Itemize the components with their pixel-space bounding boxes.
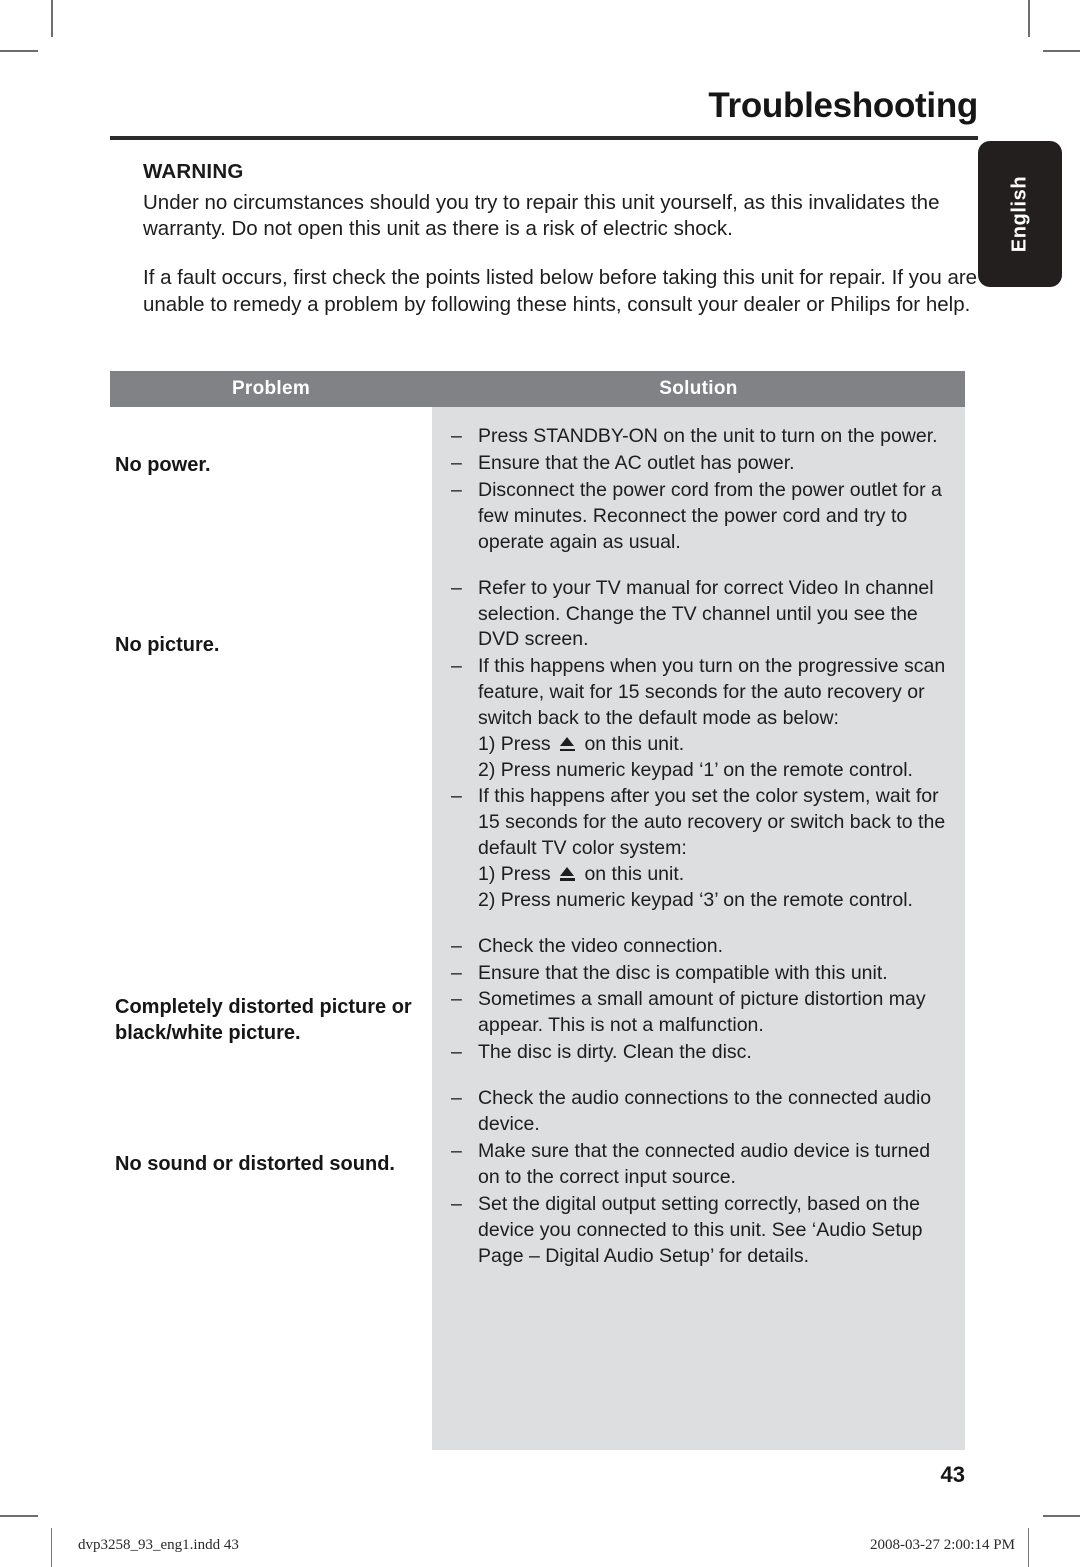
dash-bullet: – [451,961,462,984]
solution-item: – Sometimes a small amount of picture di… [448,987,953,1039]
dash-bullet: – [451,425,462,447]
solution-item: – Check the audio connections to the con… [448,1086,953,1138]
dash-bullet: – [451,934,462,957]
footer-timestamp: 2008-03-27 2:00:14 PM [869,1537,1015,1553]
problem-label-distorted-picture: Completely distorted picture or black/wh… [115,996,412,1045]
solution-item: – If this happens when you turn on the p… [448,654,953,732]
problem-label-no-picture: No picture. [115,634,220,656]
solution-text: Sometimes a small amount of picture dist… [478,988,926,1037]
dash-bullet: – [451,478,462,501]
dash-bullet: – [451,1192,462,1215]
solution-item: – Make sure that the connected audio dev… [448,1139,953,1191]
solution-substep-press-eject-1: 1) Press on this unit. [478,733,685,756]
solution-block-no-power: – Press STANDBY-ON on the unit to turn o… [448,424,953,556]
solution-text: Disconnect the power cord from the power… [478,478,942,553]
solution-block-no-picture: – Refer to your TV manual for correct Vi… [448,576,953,914]
language-tab-label: English [1008,175,1031,253]
solution-column: – Press STANDBY-ON on the unit to turn o… [432,407,965,1450]
warning-paragraph: Under no circumstances should you try to… [143,191,940,241]
fault-paragraph: If a fault occurs, first check the point… [143,266,978,316]
dash-bullet: – [451,655,462,678]
problem-column: No power. No picture. Completely distort… [110,407,432,1450]
table-header-solution: Solution [659,378,738,399]
solution-text: Refer to your TV manual for correct Vide… [478,576,934,651]
solution-item: – Set the digital output setting correct… [448,1192,953,1270]
page-number: 43 [940,1462,965,1487]
solution-substep-press-eject-2: 1) Press on this unit. [478,862,685,885]
solution-substep-keypad-1: 2) Press numeric keypad ‘1’ on the remot… [478,759,913,782]
solution-text: Make sure that the connected audio devic… [478,1140,931,1188]
page-title: Troubleshooting [708,86,978,125]
problem-label-no-sound: No sound or distorted sound. [115,1153,395,1175]
dash-bullet: – [451,1140,462,1163]
footer-divider-left [51,1528,53,1567]
footer-file-name: dvp3258_93_eng1.indd 43 [78,1537,239,1553]
eject-icon [559,737,576,752]
solution-item: – Ensure that the disc is compatible wit… [448,961,953,987]
solution-text: Press STANDBY-ON on the unit to turn on … [478,425,938,447]
solution-text: Ensure that the disc is compatible with … [478,961,888,984]
dash-bullet: – [451,988,462,1011]
dash-bullet: – [451,451,462,474]
solution-substep-keypad-2: 2) Press numeric keypad ‘3’ on the remot… [478,888,913,911]
solution-text: Check the video connection. [478,934,723,957]
eject-icon [559,866,576,882]
table-body: No power. No picture. Completely distort… [110,407,965,1450]
solution-item: – Refer to your TV manual for correct Vi… [448,576,953,654]
manual-page: Troubleshooting English WARNING Under no… [0,0,1080,1567]
solution-item: – If this happens after you set the colo… [448,784,953,862]
solution-block-distorted-picture: – Check the video connection. – Ensure t… [448,934,953,1067]
solution-block-no-sound: – Check the audio connections to the con… [448,1086,953,1269]
footer-divider-right [1028,1528,1030,1567]
solution-text: If this happens when you turn on the pro… [478,655,946,730]
intro-section: WARNING Under no circumstances should yo… [143,160,978,318]
dash-bullet: – [451,1087,462,1110]
language-tab: English [978,141,1062,287]
solution-text: Set the digital output setting correctly… [478,1192,923,1267]
dash-bullet: – [451,784,462,807]
table-header-problem: Problem [231,378,311,399]
table-header-row: Problem Solution [110,371,965,407]
solution-text: If this happens after you set the color … [478,784,946,859]
solution-item: – The disc is dirty. Clean the disc. [448,1040,953,1066]
dash-bullet: – [451,576,462,599]
solution-item: – Press STANDBY-ON on the unit to turn o… [448,424,953,450]
solution-text: Ensure that the AC outlet has power. [478,451,795,474]
solution-text: Check the audio connections to the conne… [478,1087,932,1136]
solution-item: – Ensure that the AC outlet has power. [448,451,953,477]
solution-item: – Disconnect the power cord from the pow… [448,478,953,556]
solution-text: The disc is dirty. Clean the disc. [478,1041,752,1064]
problem-label-no-power: No power. [115,454,211,476]
warning-heading: WARNING [143,160,244,183]
title-divider-rule [110,136,978,140]
dash-bullet: – [451,1041,462,1064]
troubleshooting-table: Problem Solution No power. No picture. C… [110,371,965,1450]
solution-item: – Check the video connection. [448,934,953,960]
